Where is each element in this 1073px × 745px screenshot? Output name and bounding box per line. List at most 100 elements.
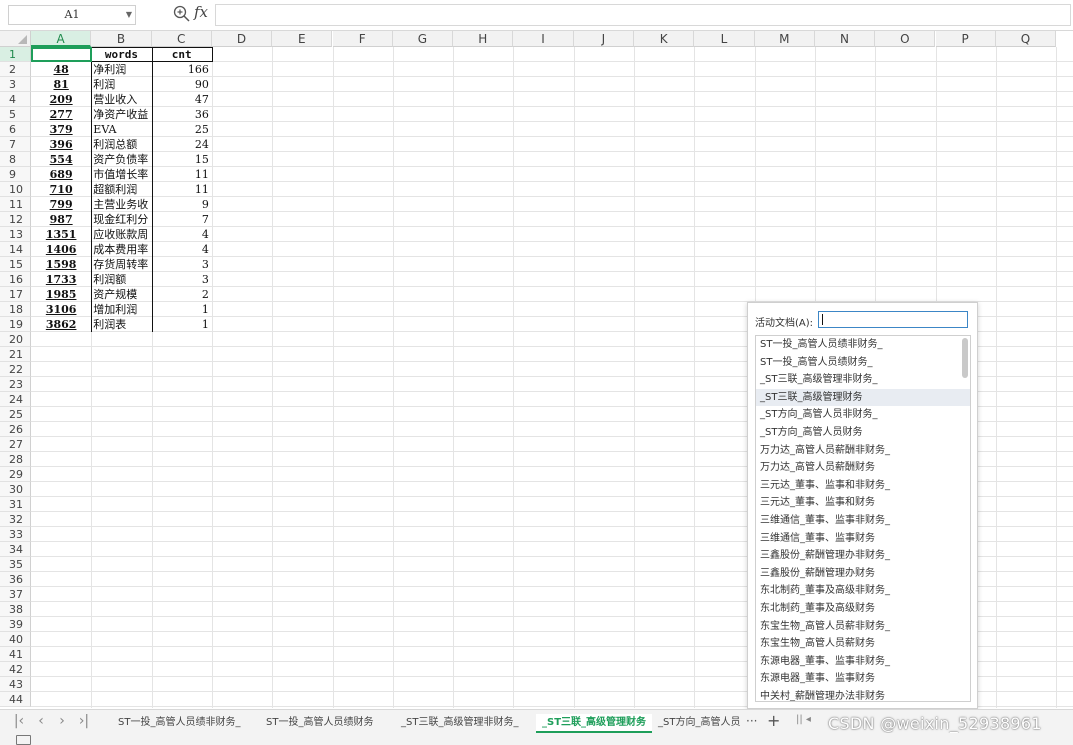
table-cell[interactable]: 396 (31, 137, 91, 152)
row-header-44[interactable]: 44 (0, 692, 31, 707)
document-list-item[interactable]: 三元达_董事、监事和非财务_ (756, 477, 970, 495)
table-cell[interactable]: 209 (31, 92, 91, 107)
table-cell[interactable]: 90 (152, 77, 212, 92)
row-header-41[interactable]: 41 (0, 647, 31, 662)
table-cell[interactable]: 47 (152, 92, 212, 107)
prev-sheet-icon[interactable]: ‹ (32, 713, 50, 729)
document-list-item[interactable]: 万力达_高管人员薪酬财务 (756, 459, 970, 477)
table-cell[interactable]: 48 (31, 62, 91, 77)
document-list-item[interactable]: 三维通信_董事、监事财务 (756, 530, 970, 548)
table-cell[interactable]: 987 (31, 212, 91, 227)
table-cell[interactable]: 7 (152, 212, 212, 227)
row-header-12[interactable]: 12 (0, 212, 31, 227)
row-header-32[interactable]: 32 (0, 512, 31, 527)
name-box[interactable]: A1 ▼ (8, 5, 136, 25)
sheet-tab[interactable]: _ST三联_高级管理非财务_ (401, 714, 518, 731)
row-header-15[interactable]: 15 (0, 257, 31, 272)
row-header-23[interactable]: 23 (0, 377, 31, 392)
table-cell[interactable]: 4 (152, 227, 212, 242)
table-cell[interactable]: 超额利润 (91, 182, 151, 197)
column-header-o[interactable]: O (875, 31, 936, 47)
table-cell[interactable]: 资产规模 (91, 287, 151, 302)
list-scrollbar[interactable] (962, 338, 968, 378)
document-list-item[interactable]: 中关村_薪酬管理办法非财务 (756, 688, 970, 701)
sheet-tab[interactable]: ST一投_高管人员绩非财务_ (118, 714, 240, 731)
table-cell[interactable]: 24 (152, 137, 212, 152)
row-header-20[interactable]: 20 (0, 332, 31, 347)
row-header-8[interactable]: 8 (0, 152, 31, 167)
column-header-l[interactable]: L (694, 31, 755, 47)
table-cell[interactable]: 利润表 (91, 317, 151, 332)
column-header-g[interactable]: G (392, 31, 454, 47)
document-list-item[interactable]: ST一投_高管人员绩非财务_ (756, 336, 970, 354)
table-cell[interactable]: 689 (31, 167, 91, 182)
document-list-item[interactable]: 三鑫股份_薪酬管理办非财务_ (756, 547, 970, 565)
table-cell[interactable]: 存货周转率 (91, 257, 151, 272)
add-sheet-icon[interactable]: + (767, 711, 780, 730)
table-cell[interactable]: 1351 (31, 227, 91, 242)
row-header-42[interactable]: 42 (0, 662, 31, 677)
column-header-d[interactable]: D (211, 31, 273, 47)
sheet-tab[interactable]: _ST方向_高管人员 (658, 714, 740, 731)
column-header-a[interactable]: A (31, 31, 92, 47)
row-header-11[interactable]: 11 (0, 197, 31, 212)
row-header-40[interactable]: 40 (0, 632, 31, 647)
row-header-14[interactable]: 14 (0, 242, 31, 257)
row-header-31[interactable]: 31 (0, 497, 31, 512)
document-list-item[interactable]: _ST三联_高级管理非财务_ (756, 371, 970, 389)
table-cell[interactable]: 3106 (31, 302, 91, 317)
table-cell[interactable]: 799 (31, 197, 91, 212)
row-header-13[interactable]: 13 (0, 227, 31, 242)
row-header-29[interactable]: 29 (0, 467, 31, 482)
header-cell-b[interactable]: words (91, 47, 151, 62)
row-header-28[interactable]: 28 (0, 452, 31, 467)
column-header-n[interactable]: N (814, 31, 876, 47)
column-header-q[interactable]: Q (995, 31, 1057, 47)
table-cell[interactable]: 81 (31, 77, 91, 92)
table-cell[interactable]: 主营业务收 (91, 197, 151, 212)
first-sheet-icon[interactable]: |‹ (10, 713, 28, 729)
horizontal-scroll-icon[interactable]: || ◂ (796, 714, 811, 725)
row-header-1[interactable]: 1 (0, 47, 31, 62)
chevron-down-icon[interactable]: ▼ (126, 6, 132, 24)
table-cell[interactable]: 现金红利分 (91, 212, 151, 227)
header-cell-c[interactable]: cnt (152, 47, 212, 62)
column-header-b[interactable]: B (91, 31, 152, 47)
table-cell[interactable]: 166 (152, 62, 212, 77)
row-header-5[interactable]: 5 (0, 107, 31, 122)
more-tabs-icon[interactable]: ··· (746, 714, 757, 728)
select-all-corner[interactable] (0, 31, 31, 47)
document-list-item[interactable]: 东源电器_董事、监事财务 (756, 670, 970, 688)
document-list-item[interactable]: 三鑫股份_薪酬管理办财务 (756, 565, 970, 583)
table-cell[interactable]: 11 (152, 167, 212, 182)
row-header-10[interactable]: 10 (0, 182, 31, 197)
table-cell[interactable]: EVA (91, 122, 151, 137)
table-cell[interactable]: 2 (152, 287, 212, 302)
document-list-item[interactable]: 东宝生物_高管人员薪财务 (756, 635, 970, 653)
table-cell[interactable]: 1733 (31, 272, 91, 287)
document-list[interactable]: ST一投_高管人员绩非财务_ ST一投_高管人员绩财务_ _ST三联_高级管理非财务… (755, 335, 971, 702)
table-cell[interactable]: 9 (152, 197, 212, 212)
document-list-item[interactable]: 三维通信_董事、监事非财务_ (756, 512, 970, 530)
table-cell[interactable]: 利润总额 (91, 137, 151, 152)
active-document-input[interactable] (818, 311, 968, 328)
table-cell[interactable]: 净资产收益 (91, 107, 151, 122)
row-header-36[interactable]: 36 (0, 572, 31, 587)
table-cell[interactable]: 应收账款周 (91, 227, 151, 242)
row-header-3[interactable]: 3 (0, 77, 31, 92)
table-cell[interactable]: 1406 (31, 242, 91, 257)
row-header-43[interactable]: 43 (0, 677, 31, 692)
column-header-c[interactable]: C (151, 31, 212, 47)
table-cell[interactable]: 资产负债率 (91, 152, 151, 167)
table-cell[interactable]: 营业收入 (91, 92, 151, 107)
document-list-item[interactable]: 东北制药_董事及高级非财务_ (756, 582, 970, 600)
row-header-27[interactable]: 27 (0, 437, 31, 452)
document-list-item[interactable]: _ST方向_高管人员非财务_ (756, 406, 970, 424)
document-list-item[interactable]: _ST三联_高级管理财务 (756, 388, 970, 407)
row-header-26[interactable]: 26 (0, 422, 31, 437)
table-cell[interactable]: 3862 (31, 317, 91, 332)
table-cell[interactable]: 1 (152, 317, 212, 332)
column-header-i[interactable]: I (513, 31, 574, 47)
column-header-j[interactable]: J (573, 31, 634, 47)
document-list-item[interactable]: 东源电器_董事、监事非财务_ (756, 653, 970, 671)
